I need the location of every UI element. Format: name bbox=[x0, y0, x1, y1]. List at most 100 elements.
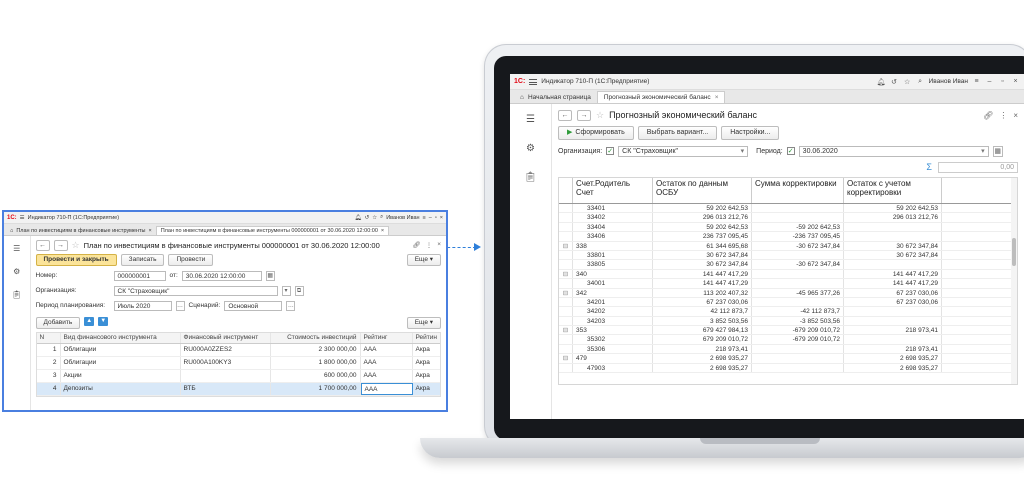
scenario-field[interactable]: Основной bbox=[224, 300, 283, 311]
table-row[interactable]: 33404 59 202 642,53 -59 202 642,53 bbox=[559, 222, 1017, 233]
table-row[interactable]: 2 Облигации RU000A100KY3 1 800 000,00 AAA Акр… bbox=[36, 357, 440, 370]
clipboard-icon[interactable]: 📋︎ bbox=[12, 290, 22, 299]
favorite-star-icon[interactable]: ☆ bbox=[596, 110, 604, 121]
tab-forecast-balance[interactable]: Прогнозный экономический баланс × bbox=[596, 91, 726, 103]
table-row[interactable]: 33401 59 202 642,53 59 202 642,53 bbox=[559, 204, 1017, 214]
table-row[interactable]: 35302 679 209 010,72 -679 209 010,72 bbox=[559, 335, 1017, 345]
table-row[interactable]: 34001 141 447 417,29 141 447 417,29 bbox=[559, 279, 1017, 289]
settings-icon[interactable]: ≡ bbox=[423, 215, 426, 221]
org-checkbox[interactable]: ✓ bbox=[606, 147, 615, 155]
more-vertical-icon[interactable]: ⋮ bbox=[426, 241, 433, 249]
gear-icon[interactable]: ⚙ bbox=[13, 267, 20, 276]
scroll-thumb[interactable] bbox=[1012, 238, 1016, 266]
calendar-icon[interactable]: ▦ bbox=[265, 270, 275, 281]
post-and-close-button[interactable]: Провести и закрыть bbox=[35, 254, 117, 266]
user-name[interactable]: Иванов Иван bbox=[386, 215, 419, 221]
main-menu-icon[interactable]: ☰ bbox=[20, 215, 25, 221]
close-icon[interactable]: × bbox=[440, 215, 443, 221]
calendar-icon[interactable]: ▦ bbox=[992, 145, 1003, 157]
table-row[interactable]: 3 Акции 600 000,00 AAA Акра bbox=[36, 370, 440, 383]
expand-toggle[interactable] bbox=[559, 204, 573, 213]
table-row[interactable]: 34203 3 852 503,56 -3 852 503,56 bbox=[559, 316, 1017, 327]
add-button[interactable]: Добавить bbox=[35, 317, 81, 329]
expand-toggle[interactable] bbox=[559, 344, 573, 354]
table-row[interactable]: 34202 42 112 873,7 -42 112 873,7 bbox=[559, 307, 1017, 317]
menu-sections-icon[interactable]: ☰ bbox=[526, 114, 535, 125]
date-field[interactable]: 30.06.2020 12:00:00 bbox=[181, 270, 262, 281]
search-icon[interactable]: ⌕ bbox=[916, 78, 925, 86]
expand-toggle[interactable] bbox=[559, 222, 573, 232]
expand-toggle[interactable]: ⊟ bbox=[559, 288, 573, 297]
expand-toggle[interactable] bbox=[559, 307, 573, 316]
table-row[interactable]: ⊟ 338 61 344 695,68 -30 672 347,84 30 672 34… bbox=[559, 241, 1017, 251]
minimize-icon[interactable]: – bbox=[429, 215, 432, 221]
expand-toggle[interactable]: ⊟ bbox=[559, 354, 573, 363]
table-row[interactable]: 33402 296 013 212,76 296 013 212,76 bbox=[559, 213, 1017, 223]
star-icon[interactable]: ☆ bbox=[372, 215, 377, 221]
expand-toggle[interactable] bbox=[559, 213, 573, 222]
table-row[interactable]: ⊟ 342 113 202 407,32 -45 965 377,26 67 237 0… bbox=[559, 288, 1017, 298]
expand-toggle[interactable]: ⊟ bbox=[559, 269, 573, 279]
period-field[interactable]: Июль 2020 bbox=[113, 300, 172, 311]
link-icon[interactable]: 🔗︎ bbox=[412, 241, 420, 249]
search-icon[interactable]: ⌕ bbox=[380, 214, 383, 221]
more-button[interactable]: Еще ▾ bbox=[406, 317, 441, 329]
bell-icon[interactable]: 🔔︎ bbox=[355, 215, 362, 221]
table-row[interactable]: 34201 67 237 030,06 67 237 030,06 bbox=[559, 297, 1017, 308]
tab-plan-document[interactable]: План по инвестициям в финансовые инструм… bbox=[155, 226, 390, 235]
back-button[interactable]: ← bbox=[558, 109, 572, 121]
expand-toggle[interactable] bbox=[559, 260, 573, 269]
main-menu-icon[interactable] bbox=[529, 78, 538, 85]
close-icon[interactable]: × bbox=[1013, 111, 1018, 120]
star-icon[interactable]: ☆ bbox=[903, 78, 912, 86]
table-row[interactable]: 33406 236 737 095,45 -236 737 095,45 bbox=[559, 232, 1017, 242]
table-row[interactable]: 33801 30 672 347,84 30 672 347,84 bbox=[559, 250, 1017, 261]
tab-plan-list[interactable]: ⌂ План по инвестициям в финансовые инстру… bbox=[6, 227, 156, 235]
dropdown-icon[interactable]: ▾ bbox=[981, 147, 985, 155]
table-row[interactable]: ⊟ 353 679 427 984,13 -679 209 010,72 218 973… bbox=[559, 326, 1017, 336]
favorite-star-icon[interactable]: ☆ bbox=[72, 240, 80, 251]
vertical-scrollbar[interactable] bbox=[1011, 178, 1017, 384]
expand-toggle[interactable] bbox=[559, 297, 573, 307]
user-name[interactable]: Иванов Иван bbox=[929, 78, 968, 85]
history-icon[interactable]: ↺ bbox=[365, 215, 370, 221]
org-field[interactable]: СК "Страховщик" bbox=[113, 285, 278, 296]
move-down-icon[interactable]: ▼ bbox=[98, 317, 109, 326]
period-select-icon[interactable]: … bbox=[175, 300, 185, 311]
more-vertical-icon[interactable]: ⋮ bbox=[999, 111, 1007, 120]
close-tab-icon[interactable]: × bbox=[381, 228, 384, 234]
menu-sections-icon[interactable]: ☰ bbox=[13, 244, 20, 253]
expand-toggle[interactable] bbox=[559, 250, 573, 260]
generate-button[interactable]: ▶ Сформировать bbox=[558, 126, 634, 140]
write-button[interactable]: Записать bbox=[120, 254, 165, 266]
expand-toggle[interactable]: ⊟ bbox=[559, 326, 573, 335]
open-link-icon[interactable]: ⧉ bbox=[294, 285, 304, 296]
bell-icon[interactable]: 🔔︎ bbox=[877, 78, 886, 86]
close-icon[interactable]: × bbox=[1011, 78, 1020, 85]
gear-icon[interactable]: ⚙ bbox=[526, 143, 535, 154]
expand-toggle[interactable] bbox=[559, 232, 573, 241]
close-tab-icon[interactable]: × bbox=[715, 94, 719, 101]
post-button[interactable]: Провести bbox=[168, 254, 214, 266]
back-button[interactable]: ← bbox=[35, 239, 50, 251]
maximize-icon[interactable]: ▫ bbox=[998, 78, 1007, 85]
report-table[interactable]: Счет.Родитель Счет Остаток по данным ОСБУ… bbox=[558, 177, 1018, 385]
investments-table[interactable]: N Вид финансового инструмента Финансовый… bbox=[35, 332, 441, 397]
expand-toggle[interactable] bbox=[559, 316, 573, 326]
link-icon[interactable]: 🔗︎ bbox=[983, 111, 993, 120]
expand-toggle[interactable]: ⊟ bbox=[559, 241, 573, 250]
minimize-icon[interactable]: – bbox=[985, 78, 994, 85]
tab-home[interactable]: ⌂ Начальная страница bbox=[514, 92, 597, 103]
dropdown-icon[interactable]: ▾ bbox=[281, 285, 291, 296]
scenario-select-icon[interactable]: … bbox=[286, 300, 296, 311]
table-row[interactable]: 33805 30 672 347,84 -30 672 347,84 bbox=[559, 260, 1017, 270]
table-row[interactable]: ⊟ 479 2 698 935,27 2 698 935,27 bbox=[559, 354, 1017, 364]
table-row[interactable]: 1 Облигации RU000A0ZZES2 2 300 000,00 AAA Акр… bbox=[36, 344, 440, 357]
expand-toggle[interactable] bbox=[559, 335, 573, 344]
number-field[interactable]: 000000001 bbox=[113, 270, 166, 281]
maximize-icon[interactable]: ▫ bbox=[435, 215, 437, 221]
close-tab-icon[interactable]: × bbox=[149, 228, 152, 234]
more-button[interactable]: Еще ▾ bbox=[406, 254, 441, 266]
settings-icon[interactable]: ≡ bbox=[972, 78, 981, 85]
period-field[interactable]: 30.06.2020 ▾ bbox=[798, 145, 989, 157]
